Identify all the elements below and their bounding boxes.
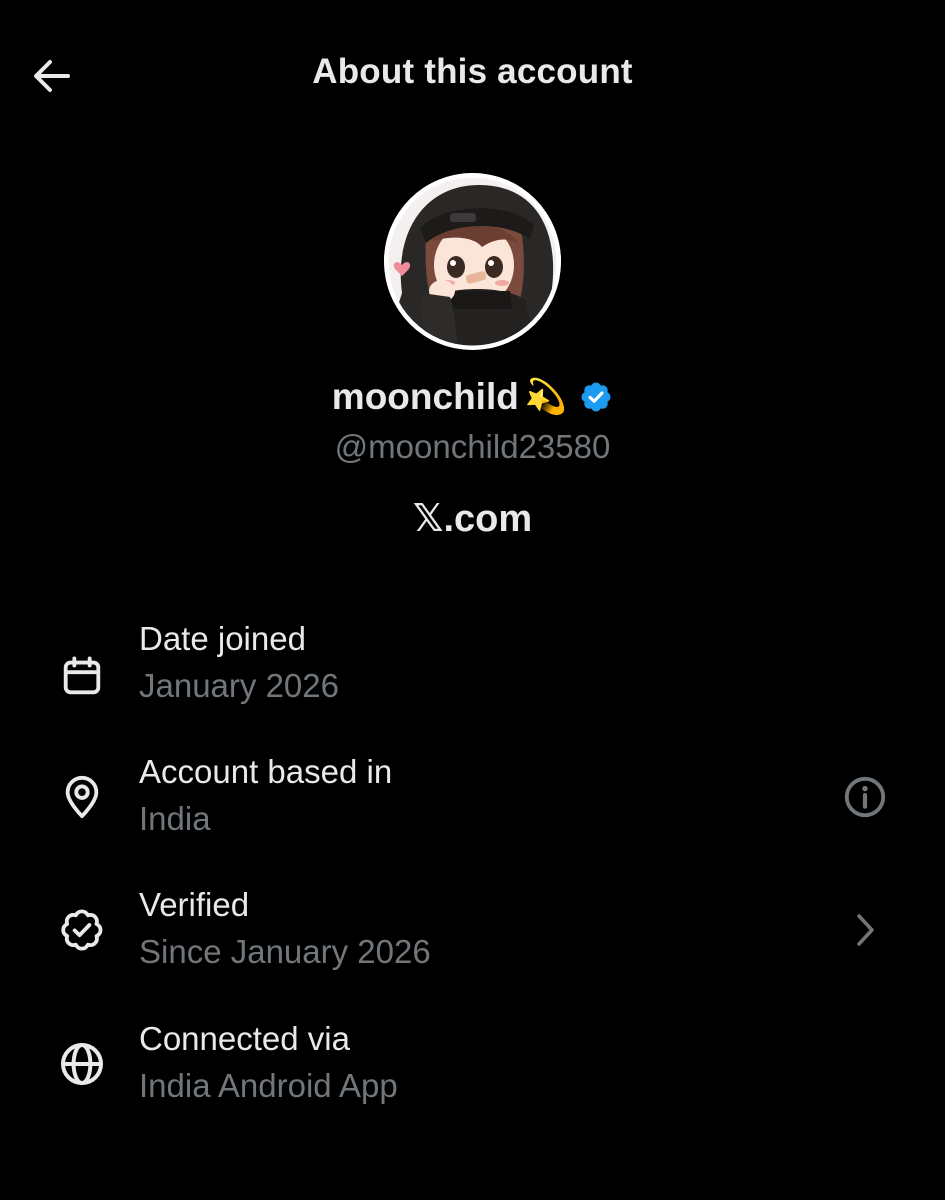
- page-title: About this account: [312, 52, 633, 91]
- detail-value: India: [139, 800, 211, 837]
- verified-chevron-button[interactable]: [835, 900, 895, 960]
- profile-name-row: moonchild 💫: [0, 376, 945, 418]
- detail-label: Date joined: [139, 620, 306, 657]
- detail-value: Since January 2026: [139, 933, 431, 970]
- detail-account-based-in: Account based in India: [0, 753, 945, 863]
- platform-label: 𝕏.com: [412, 498, 533, 540]
- info-button[interactable]: [835, 767, 895, 827]
- chevron-right-icon: [857, 914, 874, 946]
- detail-label: Account based in: [139, 753, 393, 790]
- header-bar: About this account: [0, 0, 945, 150]
- detail-verified[interactable]: Verified Since January 2026: [0, 886, 945, 996]
- globe-icon: [54, 1036, 110, 1092]
- avatar[interactable]: [384, 173, 561, 350]
- detail-value: India Android App: [139, 1067, 398, 1104]
- detail-connected-via: Connected via India Android App: [0, 1020, 945, 1130]
- profile-handle: @moonchild23580: [334, 428, 611, 465]
- display-name: moonchild: [331, 376, 519, 417]
- verified-outline-icon: [54, 902, 110, 958]
- detail-value: January 2026: [139, 667, 339, 704]
- detail-label: Verified: [139, 886, 250, 923]
- detail-date-joined: Date joined January 2026: [0, 620, 945, 730]
- location-pin-icon: [54, 769, 110, 825]
- calendar-icon: [54, 648, 110, 704]
- detail-label: Connected via: [139, 1020, 350, 1057]
- info-icon: [844, 776, 886, 818]
- verified-badge-icon[interactable]: [579, 380, 613, 414]
- dizzy-emoji-icon: 💫: [524, 378, 568, 416]
